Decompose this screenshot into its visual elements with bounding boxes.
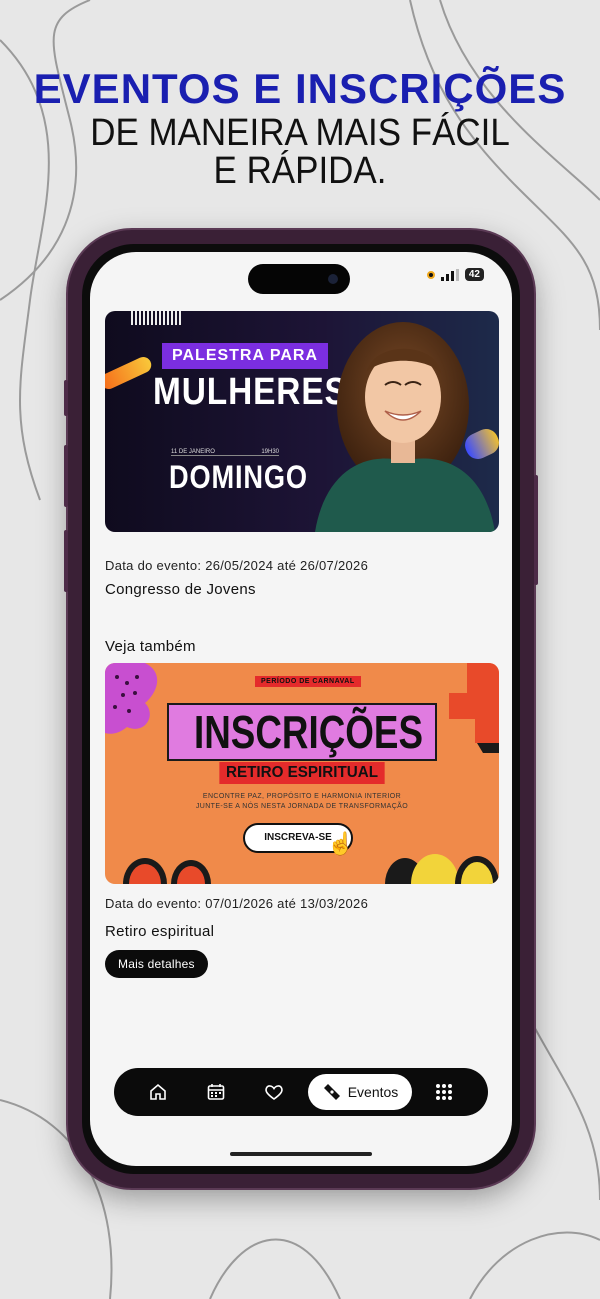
recording-indicator-icon <box>426 270 435 279</box>
see-also-event-banner[interactable]: PERÍODO DE CARNAVAL INSCRIÇÕES RETIRO ES… <box>105 663 499 884</box>
woman-portrait-image <box>315 322 495 532</box>
brush-stroke-decoration <box>105 354 154 392</box>
barcode-decoration <box>131 311 183 325</box>
banner-time: 19H30 <box>261 449 279 455</box>
phone-volume-down <box>64 530 68 592</box>
banner-tagline-2: JUNTE-SE A NÓS NESTA JORNADA DE TRANSFOR… <box>195 803 409 810</box>
dynamic-island <box>248 264 350 294</box>
promo-headline: EVENTOS E INSCRIÇÕES <box>33 65 567 112</box>
home-icon <box>150 1083 166 1100</box>
home-indicator <box>230 1152 372 1156</box>
nav-calendar[interactable] <box>204 1080 228 1104</box>
nav-more[interactable] <box>432 1080 456 1104</box>
phone-power-button <box>534 475 538 585</box>
see-also-heading: Veja também <box>105 638 196 655</box>
banner-tag: PERÍODO DE CARNAVAL <box>255 676 361 687</box>
phone-frame: 42 PALESTRA PARA MULHERES 11 DE JANEIRO … <box>64 230 538 1188</box>
nav-events[interactable]: Eventos <box>308 1074 412 1110</box>
featured-event-date: Data do evento: 26/05/2024 até 26/07/202… <box>105 558 369 573</box>
banner-tag: PALESTRA PARA <box>162 343 329 369</box>
bottom-navigation: Eventos <box>114 1068 488 1116</box>
calendar-icon <box>207 1084 225 1100</box>
banner-tagline-1: ENCONTRE PAZ, PROPÓSITO E HARMONIA INTER… <box>202 793 402 800</box>
status-bar: 42 <box>426 268 484 281</box>
banner-day: DOMINGO <box>169 459 308 495</box>
promo-headline-block: EVENTOS E INSCRIÇÕES DE MANEIRA MAIS FÁC… <box>0 64 600 190</box>
banner-subtitle: RETIRO ESPIRITUAL <box>219 762 385 784</box>
signal-icon <box>440 268 459 281</box>
more-details-button[interactable]: Mais detalhes <box>105 950 208 978</box>
nav-events-label: Eventos <box>347 1084 399 1100</box>
featured-event-banner[interactable]: PALESTRA PARA MULHERES 11 DE JANEIRO 19H… <box>105 311 499 532</box>
camera-icon <box>328 274 338 284</box>
events-content: PALESTRA PARA MULHERES 11 DE JANEIRO 19H… <box>105 311 499 978</box>
phone-volume-up <box>64 445 68 507</box>
ticket-icon <box>323 1084 340 1100</box>
nav-home[interactable] <box>146 1080 170 1104</box>
banner-date-row: 11 DE JANEIRO 19H30 <box>171 449 279 456</box>
featured-event-title[interactable]: Congresso de Jovens <box>105 581 499 598</box>
app-screen: 42 PALESTRA PARA MULHERES 11 DE JANEIRO … <box>90 252 512 1166</box>
promo-subline-2: E RÁPIDA. <box>213 150 387 192</box>
nav-favorites[interactable] <box>262 1080 286 1104</box>
heart-icon <box>265 1085 283 1100</box>
battery-icon: 42 <box>464 268 484 281</box>
pointer-hand-icon: ☝ <box>327 831 355 856</box>
banner-date: 11 DE JANEIRO <box>171 449 215 455</box>
phone-side-button <box>64 380 68 416</box>
grid-icon <box>436 1084 452 1100</box>
banner-title: INSCRIÇÕES <box>194 706 424 758</box>
see-also-event-title[interactable]: Retiro espiritual <box>105 923 499 940</box>
promo-subline-1: DE MANEIRA MAIS FÁCIL <box>90 112 510 154</box>
see-also-event-date: Data do evento: 07/01/2026 até 13/03/202… <box>105 896 369 911</box>
